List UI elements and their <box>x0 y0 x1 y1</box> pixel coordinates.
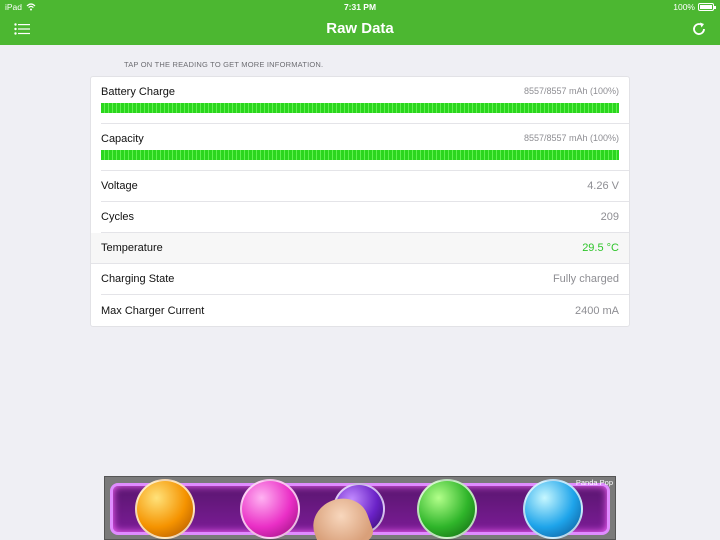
reading-label: Battery Charge <box>101 86 175 98</box>
green-bubble-icon <box>417 479 477 539</box>
battery-charge-bar <box>101 103 619 113</box>
ad-banner[interactable]: Panda Pop <box>104 476 616 540</box>
reading-label: Cycles <box>101 211 135 223</box>
reading-value: Fully charged <box>552 273 619 285</box>
reading-value: 2400 mA <box>574 304 619 317</box>
reading-value: 8557/8557 mAh (100%) <box>523 86 619 96</box>
capacity-bar-fill <box>101 150 619 160</box>
reading-capacity[interactable]: Capacity 8557/8557 mAh (100%) <box>101 124 629 171</box>
pink-bubble-icon <box>240 479 300 539</box>
reading-max-charger-current[interactable]: Max Charger Current 2400 mA <box>101 295 629 326</box>
reading-cycles[interactable]: Cycles 209 <box>101 202 629 233</box>
status-right: 100% <box>673 2 716 12</box>
battery-charge-bar-fill <box>101 103 619 113</box>
refresh-icon[interactable] <box>691 21 707 37</box>
reading-charging-state[interactable]: Charging State Fully charged <box>101 264 629 295</box>
page-title: Raw Data <box>326 20 394 37</box>
reading-label: Capacity <box>101 133 144 145</box>
status-bar: iPad 7:31 PM 100% <box>0 0 720 14</box>
reading-value: 29.5 °C <box>582 242 619 254</box>
reading-value: 4.26 V <box>587 180 619 192</box>
orange-bubble-icon <box>135 479 195 539</box>
ad-label: Panda Pop <box>575 478 613 487</box>
reading-value: 8557/8557 mAh (100%) <box>523 133 619 143</box>
blue-bubble-icon <box>523 479 583 539</box>
reading-battery-charge[interactable]: Battery Charge 8557/8557 mAh (100%) <box>101 77 629 124</box>
reading-label: Voltage <box>101 180 138 192</box>
reading-label: Max Charger Current <box>101 304 205 317</box>
raw-data-list: Battery Charge 8557/8557 mAh (100%) Capa… <box>90 76 630 327</box>
battery-icon <box>698 3 716 11</box>
hint-text: TAP ON THE READING TO GET MORE INFORMATI… <box>124 60 324 69</box>
reading-temperature[interactable]: Temperature 29.5 °C <box>91 233 629 264</box>
status-time: 7:31 PM <box>343 2 377 12</box>
reading-voltage[interactable]: Voltage 4.26 V <box>101 171 629 202</box>
nav-bar: Raw Data <box>0 14 720 45</box>
battery-percent: 100% <box>673 2 695 12</box>
reading-label: Temperature <box>101 242 163 254</box>
reading-label: Charging State <box>101 273 175 285</box>
capacity-bar <box>101 150 619 160</box>
reading-value: 209 <box>600 211 619 223</box>
